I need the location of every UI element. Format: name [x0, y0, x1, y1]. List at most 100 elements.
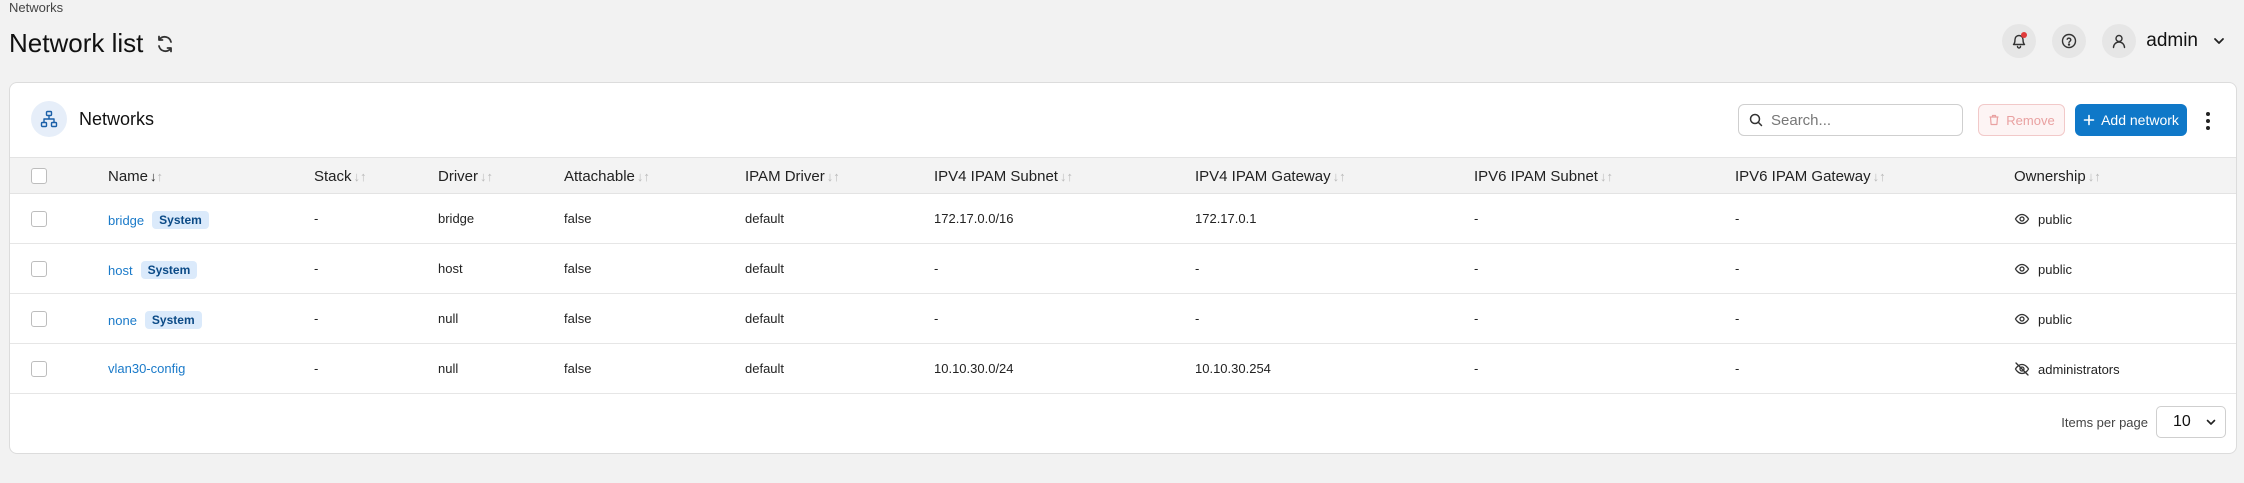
column-header-stack[interactable]: Stack ↓↑: [314, 168, 367, 185]
table-header: Name ↓↑ Stack ↓↑ Driver ↓↑ Attachable ↓↑ IPA…: [10, 157, 2236, 194]
page-title-group: Network list: [9, 28, 175, 59]
driver-cell: null: [438, 311, 459, 326]
add-network-label: Add network: [2101, 112, 2179, 128]
column-header-ipam-driver[interactable]: IPAM Driver ↓↑: [745, 168, 840, 185]
ipv6-gateway-cell: -: [1735, 261, 1740, 276]
ipv4-subnet-cell: 172.17.0.0/16: [934, 211, 1014, 226]
sort-icon: ↓↑: [353, 169, 367, 184]
search-input[interactable]: [1771, 111, 1970, 129]
row-checkbox[interactable]: [31, 211, 47, 227]
stack-cell: -: [314, 311, 319, 326]
ipv6-subnet-cell: -: [1474, 311, 1479, 326]
ownership-label: public: [2038, 311, 2072, 327]
items-per-page-select[interactable]: 10: [2156, 406, 2226, 438]
ipv4-gateway-cell: 10.10.30.254: [1195, 361, 1271, 376]
sort-icon: ↓↑: [480, 169, 493, 184]
sort-icon: ↓↑: [150, 169, 164, 184]
attachable-cell: false: [564, 361, 592, 376]
network-name-link[interactable]: bridge: [108, 213, 144, 228]
ipv4-gateway-cell: 172.17.0.1: [1195, 211, 1257, 226]
user-icon: [2111, 33, 2127, 49]
sort-icon: ↓↑: [826, 169, 840, 184]
column-header-ownership[interactable]: Ownership ↓↑: [2014, 168, 2101, 185]
chevron-down-icon: [2212, 34, 2226, 48]
ownership-label: public: [2038, 261, 2072, 277]
sort-icon: ↓↑: [2087, 169, 2101, 184]
stack-cell: -: [314, 361, 319, 376]
column-header-ipv4-subnet[interactable]: IPV4 IPAM Subnet ↓↑: [934, 168, 1073, 185]
attachable-cell: false: [564, 211, 592, 226]
ipv4-subnet-cell: -: [934, 311, 939, 326]
ownership-label: public: [2038, 211, 2072, 227]
pagination-footer: Items per page 10: [2061, 406, 2226, 438]
sort-icon: ↓↑: [636, 169, 650, 184]
ipv6-gateway-cell: -: [1735, 361, 1740, 376]
sort-icon: ↓↑: [1332, 169, 1346, 184]
driver-cell: bridge: [438, 211, 475, 226]
stack-cell: -: [314, 261, 319, 276]
ipam-driver-cell: default: [745, 311, 785, 326]
eye-icon: [2014, 211, 2030, 227]
items-per-page-value: 10: [2173, 413, 2191, 430]
system-badge: System: [144, 311, 202, 329]
column-header-ipv4-gateway[interactable]: IPV4 IPAM Gateway ↓↑: [1195, 168, 1346, 185]
network-name-link[interactable]: vlan30-config: [108, 361, 185, 376]
search-icon: [1749, 113, 1763, 127]
system-badge: System: [152, 211, 209, 229]
remove-label: Remove: [2006, 112, 2055, 128]
row-checkbox[interactable]: [31, 261, 47, 277]
trash-icon: [1988, 114, 2000, 126]
page-title: Network list: [9, 28, 144, 58]
ipv6-gateway-cell: -: [1735, 211, 1740, 226]
ipv4-gateway-cell: -: [1195, 261, 1200, 276]
help-icon: [2061, 33, 2077, 49]
network-name-link[interactable]: host: [108, 263, 133, 278]
ipv6-gateway-cell: -: [1735, 311, 1740, 326]
ipv4-subnet-cell: 10.10.30.0/24: [934, 361, 1014, 376]
ipam-driver-cell: default: [745, 261, 785, 276]
column-header-driver[interactable]: Driver ↓↑: [438, 168, 493, 185]
refresh-icon[interactable]: [155, 34, 175, 54]
stack-cell: -: [314, 211, 319, 226]
user-name: admin: [2146, 30, 2198, 51]
help-button[interactable]: [2052, 24, 2087, 58]
column-header-ipv6-subnet[interactable]: IPV6 IPAM Subnet ↓↑: [1474, 168, 1613, 185]
attachable-cell: false: [564, 311, 592, 326]
ipam-driver-cell: default: [745, 211, 785, 226]
attachable-cell: false: [564, 261, 592, 276]
row-checkbox[interactable]: [31, 361, 47, 377]
add-network-button[interactable]: Add network: [2075, 104, 2187, 136]
driver-cell: null: [438, 361, 459, 376]
network-name-link[interactable]: none: [108, 313, 137, 328]
ipv6-subnet-cell: -: [1474, 361, 1479, 376]
more-options-icon[interactable]: [2201, 110, 2215, 132]
avatar: [2102, 24, 2137, 58]
items-per-page-label: Items per page: [2061, 414, 2148, 430]
ipv6-subnet-cell: -: [1474, 261, 1479, 276]
eye-icon: [2014, 261, 2030, 277]
sort-icon: ↓↑: [1599, 169, 1613, 184]
table-row: bridge System - bridge false default 172.…: [10, 194, 2236, 244]
plus-icon: [2083, 114, 2095, 126]
notifications-button[interactable]: [2002, 24, 2037, 58]
search-box: [1738, 104, 1990, 136]
ipv6-subnet-cell: -: [1474, 211, 1479, 226]
panel-header: Networks Remove Add network: [10, 83, 2236, 157]
row-checkbox[interactable]: [31, 311, 47, 327]
system-badge: System: [140, 261, 198, 279]
panel-title: Networks: [79, 109, 155, 129]
column-header-ipv6-gateway[interactable]: IPV6 IPAM Gateway ↓↑: [1735, 168, 1886, 185]
breadcrumb: Networks: [9, 0, 64, 15]
network-icon: [31, 101, 67, 137]
remove-button[interactable]: Remove: [1978, 104, 2065, 136]
ipam-driver-cell: default: [745, 361, 785, 376]
user-menu[interactable]: admin: [2102, 24, 2226, 58]
column-header-name[interactable]: Name ↓↑: [108, 168, 163, 185]
select-all-checkbox[interactable]: [31, 168, 47, 184]
column-header-attachable[interactable]: Attachable ↓↑: [564, 168, 650, 185]
ownership-label: administrators: [2038, 361, 2120, 377]
eye-icon: [2014, 311, 2030, 327]
eye-off-icon: [2014, 361, 2030, 377]
ipv4-subnet-cell: -: [934, 261, 939, 276]
table-row: host System - host false default - - - - …: [10, 244, 2236, 294]
